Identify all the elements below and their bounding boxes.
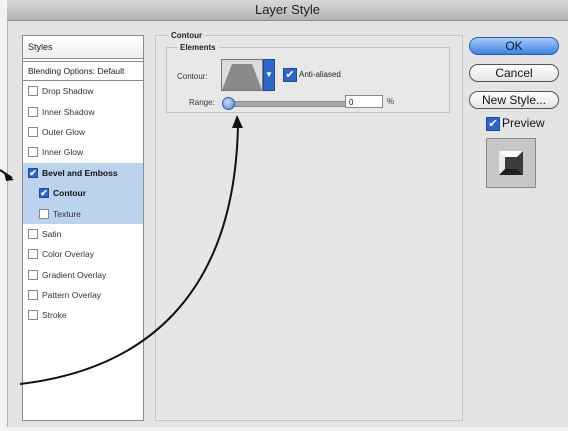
window-title: Layer Style xyxy=(254,2,321,17)
range-slider-knob[interactable] xyxy=(222,97,235,110)
contour-curve-icon xyxy=(222,64,262,90)
style-checkbox[interactable] xyxy=(28,228,38,239)
styles-header[interactable]: Styles xyxy=(23,36,143,59)
style-item-label: Texture xyxy=(53,208,81,219)
style-item-label: Gradient Overlay xyxy=(42,269,107,280)
style-checkbox[interactable] xyxy=(28,269,38,280)
anti-aliased-label: Anti-aliased xyxy=(299,70,341,79)
cancel-button[interactable]: Cancel xyxy=(469,64,559,82)
contour-dropdown-button[interactable]: ▼ xyxy=(263,59,275,91)
style-checkbox[interactable]: ✔ xyxy=(39,188,49,199)
style-item-label: Contour xyxy=(53,188,87,199)
style-items-list: Drop Shadow Inner Shadow Outer Glow Inner G… xyxy=(23,81,143,326)
style-item[interactable]: ✔ Bevel and Emboss xyxy=(23,162,143,183)
style-checkbox[interactable] xyxy=(39,208,49,219)
elements-title: Elements xyxy=(177,43,219,52)
style-item[interactable]: Drop Shadow xyxy=(23,81,143,101)
blending-options-item[interactable]: Blending Options: Default xyxy=(23,61,143,81)
style-item[interactable]: Stroke xyxy=(23,305,143,325)
anti-aliased-checkbox[interactable]: ✔ xyxy=(283,68,297,82)
style-item[interactable]: Color Overlay xyxy=(23,244,143,264)
style-item-label: Inner Shadow xyxy=(42,106,95,117)
range-unit: % xyxy=(387,97,395,106)
style-item[interactable]: ✔ Contour xyxy=(23,182,143,204)
style-item-label: Outer Glow xyxy=(42,126,85,137)
contour-curve-thumbnail[interactable] xyxy=(221,59,263,91)
style-item-label: Drop Shadow xyxy=(42,86,94,97)
range-slider-track[interactable] xyxy=(225,101,347,107)
style-item[interactable]: Inner Glow xyxy=(23,142,143,162)
style-checkbox[interactable] xyxy=(28,290,38,301)
style-checkbox[interactable] xyxy=(28,126,38,137)
style-preview-icon xyxy=(487,139,535,187)
style-checkbox[interactable] xyxy=(28,86,38,97)
layer-style-dialog: Styles Blending Options: Default Drop Sh… xyxy=(7,21,568,427)
style-item-label: Pattern Overlay xyxy=(42,290,102,301)
style-item[interactable]: Outer Glow xyxy=(23,122,143,142)
ok-button[interactable]: OK xyxy=(469,37,559,55)
style-item-label: Satin xyxy=(42,228,62,239)
style-item-label: Inner Glow xyxy=(42,147,84,158)
range-label: Range: xyxy=(189,98,215,107)
style-item[interactable]: Gradient Overlay xyxy=(23,265,143,285)
preview-checkbox[interactable]: ✔ xyxy=(486,117,500,131)
preview-thumbnail xyxy=(486,138,536,188)
elements-group: Elements Contour: ▼ ✔ Anti-aliased Range… xyxy=(166,43,450,113)
contour-label: Contour: xyxy=(177,72,208,81)
preview-label: Preview xyxy=(502,116,545,130)
style-item[interactable]: Texture xyxy=(23,203,143,224)
style-item[interactable]: Satin xyxy=(23,224,143,244)
style-item[interactable]: Inner Shadow xyxy=(23,101,143,121)
contour-panel: Contour Elements Contour: ▼ ✔ Anti-alias… xyxy=(155,31,463,421)
style-item[interactable]: Pattern Overlay xyxy=(23,285,143,305)
style-item-label: Stroke xyxy=(42,310,67,321)
style-checkbox[interactable] xyxy=(28,147,38,158)
styles-list: Styles Blending Options: Default Drop Sh… xyxy=(22,35,144,421)
range-input[interactable]: 0 xyxy=(345,95,383,108)
window-title-bar[interactable]: Layer Style xyxy=(7,0,568,21)
style-checkbox[interactable]: ✔ xyxy=(28,167,38,178)
style-item-label: Color Overlay xyxy=(42,249,94,260)
contour-section-title: Contour xyxy=(168,31,206,40)
style-checkbox[interactable] xyxy=(28,249,38,260)
new-style-button[interactable]: New Style... xyxy=(469,91,559,109)
chevron-down-icon: ▼ xyxy=(265,70,273,79)
style-checkbox[interactable] xyxy=(28,106,38,117)
style-checkbox[interactable] xyxy=(28,310,38,321)
style-item-label: Bevel and Emboss xyxy=(42,167,118,178)
